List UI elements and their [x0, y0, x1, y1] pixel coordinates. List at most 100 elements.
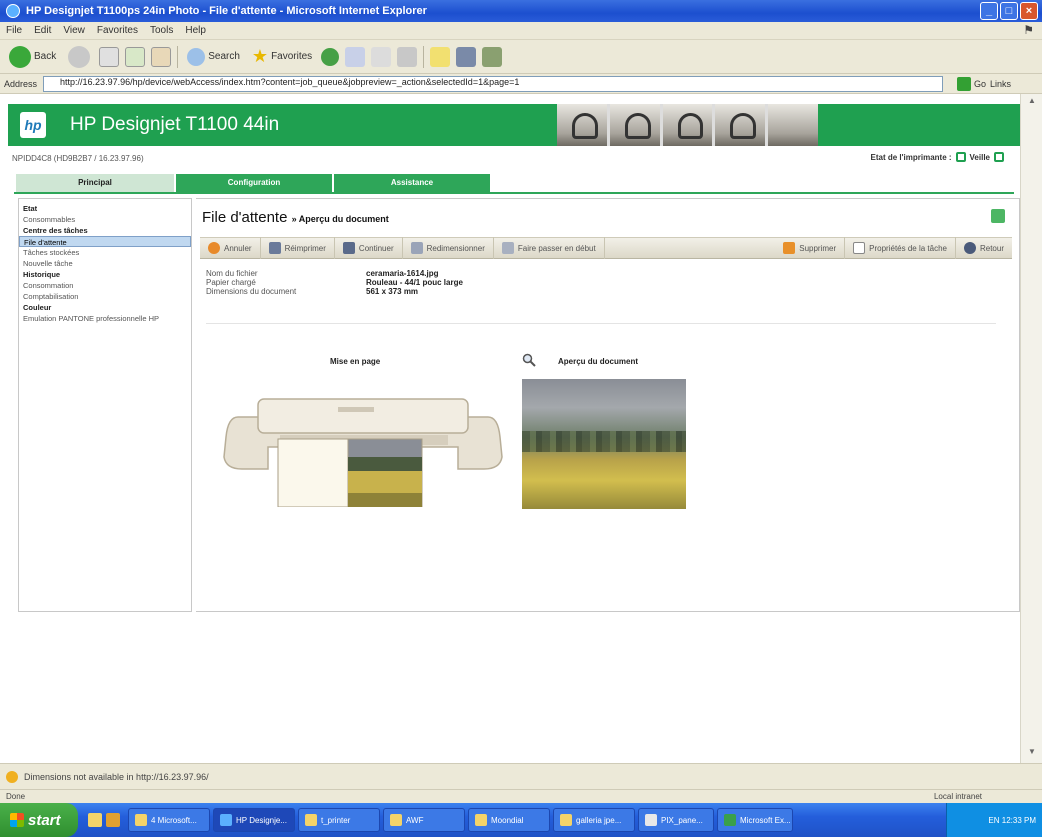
back-link-button[interactable]: Retour — [956, 237, 1012, 259]
go-button[interactable] — [957, 76, 972, 91]
tools-icon[interactable] — [482, 46, 503, 67]
status-zone: Local intranet — [933, 792, 982, 801]
close-button[interactable]: × — [1020, 2, 1038, 20]
scroll-up-icon[interactable]: ▲ — [1025, 96, 1039, 110]
sidebar-item-comptabilisation[interactable]: Comptabilisation — [19, 291, 191, 302]
go-label[interactable]: Go — [974, 79, 986, 89]
favorites-button[interactable]: ★ Favorites — [249, 44, 315, 70]
refresh-icon[interactable] — [125, 46, 146, 67]
reprint-button[interactable]: Réimprimer — [261, 237, 335, 259]
vertical-scrollbar[interactable]: ▲ ▼ — [1020, 94, 1042, 763]
header-photo — [557, 104, 607, 146]
sidebar-item-couleur[interactable]: Couleur — [19, 302, 191, 313]
toolbar-separator — [423, 45, 425, 68]
taskbar: start 4 Microsoft... HP Designje... t_pr… — [0, 803, 1042, 837]
taskbar-item[interactable]: HP Designje... — [213, 808, 295, 832]
scroll-down-icon[interactable]: ▼ — [1025, 747, 1039, 761]
continue-button[interactable]: Continuer — [335, 237, 403, 259]
sidebar: Etat Consommables Centre des tâches File… — [18, 198, 192, 612]
cancel-job-button[interactable]: Annuler — [200, 237, 261, 259]
tab-configuration[interactable]: Configuration — [174, 174, 332, 192]
address-input[interactable]: http://16.23.97.96/hp/device/webAccess/i… — [43, 75, 944, 92]
menu-file[interactable]: File — [6, 25, 22, 36]
tray-clock[interactable]: EN 12:33 PM — [988, 816, 1036, 825]
start-button[interactable]: start — [0, 803, 78, 837]
resize-button[interactable]: Redimensionner — [403, 237, 494, 259]
taskbar-item[interactable]: PIX_pane... — [638, 808, 714, 832]
menu-favorites[interactable]: Favorites — [97, 25, 138, 36]
forward-arrow-icon — [68, 45, 91, 68]
taskbar-item[interactable]: Moondial — [468, 808, 550, 832]
stop-icon[interactable] — [99, 46, 120, 67]
explorer-icon[interactable] — [88, 813, 102, 827]
delete-icon — [783, 242, 796, 254]
tab-principal[interactable]: Principal — [14, 174, 174, 192]
folder-icon — [475, 814, 487, 826]
home-icon[interactable] — [151, 46, 172, 67]
info-row-paper: Papier chargé Rouleau - 44/1 pouc large — [206, 278, 463, 287]
forward-button[interactable] — [65, 44, 93, 70]
preview-label: Aperçu du document — [558, 357, 639, 366]
menu-tools[interactable]: Tools — [150, 25, 173, 36]
header-photo — [609, 104, 660, 146]
search-button[interactable]: Search — [184, 44, 243, 70]
status-refresh-icon[interactable] — [994, 152, 1004, 162]
history-icon[interactable] — [345, 46, 366, 67]
hp-header: hp HP Designjet T1100 44in — [8, 104, 1020, 146]
toolbar-separator — [177, 45, 179, 68]
job-action-bar: Annuler Réimprimer Continuer Redimension… — [200, 237, 1012, 259]
sidebar-item-centre-des-taches[interactable]: Centre des tâches — [19, 225, 191, 236]
move-to-front-button[interactable]: Faire passer en début — [494, 237, 605, 259]
menu-help[interactable]: Help — [185, 25, 206, 36]
taskbar-item[interactable]: t_printer — [298, 808, 380, 832]
job-properties-button[interactable]: Propriétés de la tâche — [845, 237, 956, 259]
back-button[interactable]: Back — [6, 44, 59, 70]
star-icon: ★ — [251, 46, 269, 66]
sidebar-item-taches-stockees[interactable]: Tâches stockées — [19, 247, 191, 258]
sidebar-item-nouvelle-tache[interactable]: Nouvelle tâche — [19, 258, 191, 269]
page-title: File d'attente » Aperçu du document — [202, 209, 389, 226]
minimize-button[interactable]: _ — [980, 2, 998, 20]
hp-logo: hp — [20, 112, 46, 138]
maximize-button[interactable]: □ — [1000, 2, 1018, 20]
header-photo — [715, 104, 766, 146]
ie-links-bar: Dimensions not available in http://16.23… — [0, 763, 1042, 789]
sidebar-item-etat[interactable]: Etat — [19, 203, 191, 214]
sidebar-item-historique[interactable]: Historique — [19, 269, 191, 280]
links-button[interactable]: Links — [990, 79, 1011, 89]
magnifier-icon[interactable] — [522, 353, 536, 367]
taskbar-item[interactable]: galleria jpe... — [553, 808, 635, 832]
document-preview-image — [522, 379, 686, 509]
folder-icon — [135, 814, 147, 826]
print-icon[interactable] — [397, 46, 418, 67]
taskbar-item[interactable]: AWF — [383, 808, 465, 832]
tab-assistance[interactable]: Assistance — [332, 174, 490, 192]
play-icon — [342, 242, 355, 254]
sidebar-item-consommables[interactable]: Consommables — [19, 214, 191, 225]
folder-icon[interactable] — [430, 46, 451, 67]
windows-logo-icon — [10, 813, 24, 827]
mail-icon[interactable] — [371, 46, 392, 67]
warning-icon — [6, 770, 18, 783]
help-icon[interactable] — [991, 209, 1005, 223]
delete-button[interactable]: Supprimer — [775, 237, 846, 259]
outlook-icon[interactable] — [106, 813, 120, 827]
menu-view[interactable]: View — [63, 25, 85, 36]
menu-edit[interactable]: Edit — [34, 25, 51, 36]
status-message: Dimensions not available in http://16.23… — [24, 771, 209, 782]
folder-icon — [305, 814, 317, 826]
media-icon[interactable] — [321, 47, 340, 66]
document-icon — [645, 814, 657, 826]
sidebar-item-consommation[interactable]: Consommation — [19, 280, 191, 291]
header-photo — [768, 104, 818, 146]
messenger-icon[interactable] — [456, 46, 477, 67]
move-front-icon — [501, 242, 514, 254]
cancel-icon — [208, 242, 220, 254]
printer-status: Etat de l'imprimante : Veille — [870, 152, 1004, 162]
taskbar-item[interactable]: 4 Microsoft... — [128, 808, 210, 832]
sidebar-item-file-d-attente[interactable]: File d'attente — [19, 236, 191, 247]
sidebar-item-emulation-pantone[interactable]: Emulation PANTONE professionnelle HP — [19, 313, 191, 324]
taskbar-item[interactable]: Microsoft Ex... — [717, 808, 793, 832]
menu-bar: File Edit View Favorites Tools Help ⚑ — [0, 22, 1042, 40]
printer-status-label: Etat de l'imprimante : — [870, 152, 952, 162]
